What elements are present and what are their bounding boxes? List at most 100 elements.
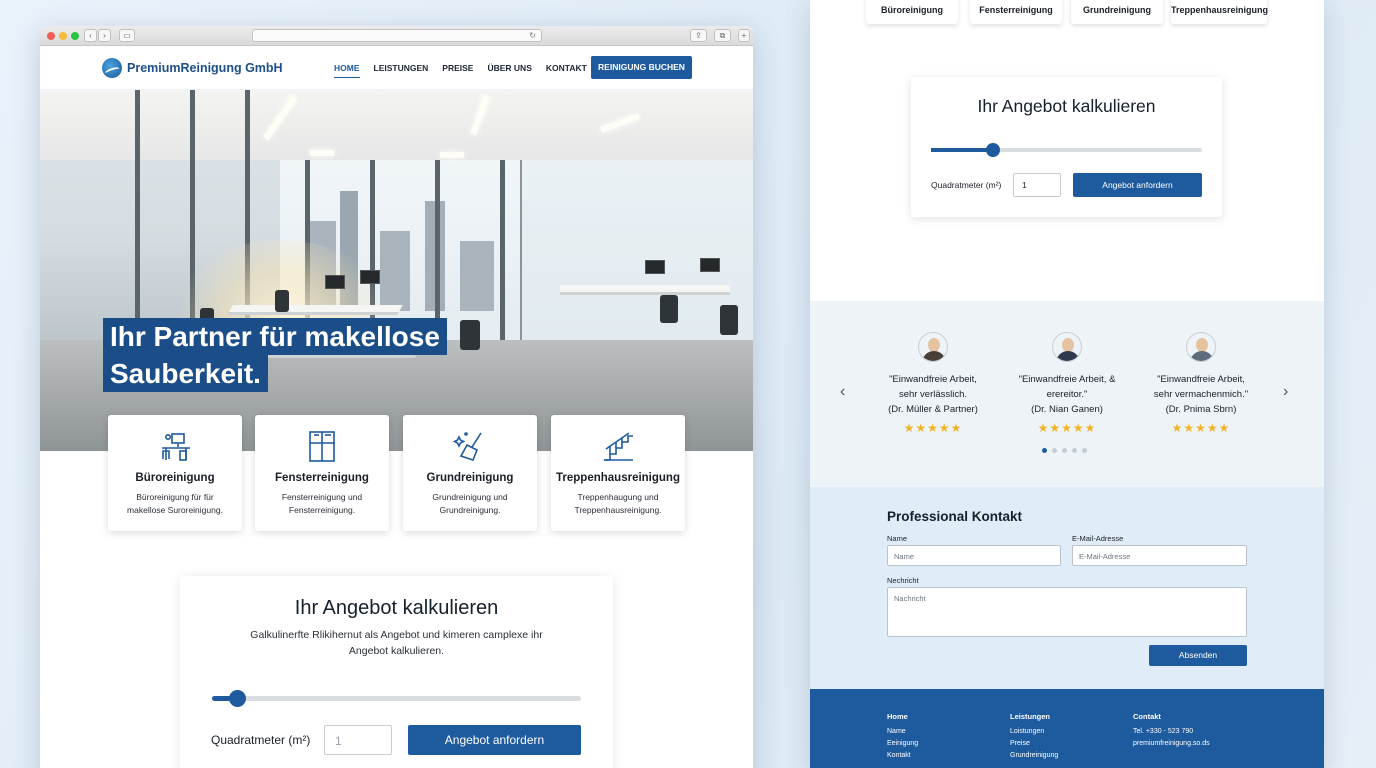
name-label: Name	[887, 534, 908, 543]
carousel-dot[interactable]	[1062, 448, 1067, 453]
calculator-title: Ihr Angebot kalkulieren	[294, 597, 499, 619]
site-logo[interactable]: PremiumReinigung GmbH	[102, 58, 283, 78]
name-input[interactable]: Name	[887, 545, 1061, 566]
carousel-next-icon[interactable]: ›	[1283, 383, 1288, 401]
message-textarea[interactable]: Nachricht	[887, 587, 1247, 637]
tabs-overview-icon[interactable]: ⧉	[714, 29, 731, 42]
carousel-dot[interactable]	[1052, 448, 1057, 453]
testimonial-quote: "Einwandfreie Arbeit, sehr vermachenmich.…	[1153, 374, 1249, 415]
office-desk-icon	[162, 433, 190, 461]
service-description: Fensterreinigung und Fensterreinigung.	[281, 492, 363, 515]
qm-label: Quadratmeter (m²)	[211, 733, 311, 747]
back-icon[interactable]: ‹	[84, 29, 97, 42]
request-quote-button[interactable]: Angebot anfordern	[408, 725, 581, 755]
browser-window: ‹ › ▭ ↻ ⇪ ⧉ + PremiumReinigung GmbH HOME…	[40, 26, 753, 768]
service-description: Büroreinigung für für makellose Suroreini…	[127, 492, 223, 515]
testimonial-quote: "Einwandfreie Arbeit, sehr verlässlich. (D…	[888, 374, 978, 415]
address-bar[interactable]: ↻	[252, 29, 542, 42]
message-label: Nechricht	[887, 576, 919, 585]
contact-title: Professional Kontakt	[887, 509, 1023, 524]
avatar	[1052, 332, 1082, 362]
tab-bueroreinigung[interactable]: Büroreinigung	[866, 0, 958, 24]
area-slider[interactable]	[931, 143, 1202, 157]
nav-item-ueber-uns[interactable]: ÜBER UNS	[487, 63, 531, 78]
calculator-subtitle: Galkulinerfte Rlikihernut als Angebot un…	[250, 629, 543, 657]
forward-icon[interactable]: ›	[98, 29, 111, 42]
qm-input[interactable]: 1	[324, 725, 392, 755]
nav-item-leistungen[interactable]: LEISTUNGEN	[374, 63, 429, 78]
footer-column-contact: Contakt Tel. +330 - 523 790 premiumfrein…	[1133, 711, 1210, 750]
service-card-treppenhausreinigung[interactable]: Treppenhausreinigung Treppenhaugung und T…	[551, 415, 685, 531]
qm-label: Quadratmeter (m²)	[931, 180, 1002, 190]
tab-grundreinigung[interactable]: Grundreinigung	[1071, 0, 1163, 24]
nav-item-kontakt[interactable]: KONTAKT	[546, 63, 587, 78]
nav-item-preise[interactable]: PREISE	[442, 63, 473, 78]
service-card-grundreinigung[interactable]: Grundreinigung Grundreinigung und Grundre…	[403, 415, 537, 531]
broom-icon	[453, 432, 482, 461]
logo-mark-icon	[102, 58, 122, 78]
site-navbar: PremiumReinigung GmbH HOME LEISTUNGEN PR…	[40, 46, 753, 90]
hero-office-image: Ihr Partner für makellose Sauberkeit.	[40, 90, 753, 451]
send-button[interactable]: Absenden	[1149, 645, 1247, 666]
service-tabs: Büroreinigung Fensterreinigung Grundrein…	[810, 0, 1324, 30]
testimonial-quote: "Einwandfreie Arbeit, & erereitor." (Dr. N…	[1018, 374, 1116, 415]
service-card-fensterreinigung[interactable]: Fensterreinigung Fensterreinigung und Fen…	[255, 415, 389, 531]
area-slider-thumb[interactable]	[986, 143, 1001, 157]
price-calculator-compact: Ihr Angebot kalkulieren Quadratmeter (m²…	[911, 77, 1222, 217]
maximize-window-button[interactable]	[71, 32, 79, 40]
footer-email[interactable]: premiumfreinigung.so.ds	[1133, 738, 1210, 750]
contact-section: Professional Kontakt Name Name E-Mail-Ad…	[810, 487, 1324, 689]
minimize-window-button[interactable]	[59, 32, 67, 40]
area-slider-fill	[931, 148, 994, 152]
service-title: Büroreinigung	[135, 472, 215, 484]
footer-phone[interactable]: Tel. +330 - 523 790	[1133, 726, 1210, 738]
carousel-prev-icon[interactable]: ‹	[840, 383, 845, 401]
request-quote-button[interactable]: Angebot anfordern	[1073, 173, 1202, 197]
rating-stars-icon: ★★★★★	[903, 421, 963, 435]
footer-column-home: Home Name Eeinigung Kontakt	[887, 711, 918, 762]
footer-link[interactable]: Name	[887, 726, 918, 738]
hero-headline-line-2: Sauberkeit.	[103, 355, 268, 392]
carousel-dot[interactable]	[1042, 448, 1047, 453]
calculator-title: Ihr Angebot kalkulieren	[977, 96, 1156, 116]
footer-link[interactable]: Grundreinigung	[1010, 750, 1058, 762]
avatar	[1186, 332, 1216, 362]
testimonial-card: "Einwandfreie Arbeit, sehr vermachenmich.…	[1137, 332, 1265, 435]
carousel-dot[interactable]	[1072, 448, 1077, 453]
nav-item-home[interactable]: HOME	[334, 63, 360, 78]
footer-link[interactable]: Kontakt	[887, 750, 918, 762]
price-calculator: Ihr Angebot kalkulieren Galkulinerfte Rl…	[180, 576, 613, 768]
rating-stars-icon: ★★★★★	[1171, 421, 1231, 435]
book-cleaning-button[interactable]: REINIGUNG BUCHEN	[591, 56, 692, 79]
footer-link[interactable]: Eeinigung	[887, 738, 918, 750]
reload-icon[interactable]: ↻	[529, 31, 536, 40]
sidebar-toggle-icon[interactable]: ▭	[119, 29, 135, 42]
service-description: Treppenhaugung und Treppenhausreinigung.	[574, 492, 662, 515]
new-tab-icon[interactable]: +	[738, 29, 750, 42]
service-card-bueroreinigung[interactable]: Büroreinigung Büroreinigung für für makel…	[108, 415, 242, 531]
window-icon	[309, 431, 335, 462]
share-icon[interactable]: ⇪	[690, 29, 707, 42]
testimonial-card: "Einwandfreie Arbeit, & erereitor." (Dr. N…	[1003, 332, 1131, 435]
avatar	[918, 332, 948, 362]
footer-column-leistungen: Leistungen Loistungen Preise Grundreinig…	[1010, 711, 1058, 762]
area-slider-thumb[interactable]	[229, 690, 247, 707]
email-input[interactable]: E-Mail-Adresse	[1072, 545, 1247, 566]
browser-toolbar: ‹ › ▭ ↻ ⇪ ⧉ +	[40, 26, 753, 46]
footer-link[interactable]: Preise	[1010, 738, 1058, 750]
area-slider[interactable]	[212, 690, 581, 707]
site-footer: Home Name Eeinigung Kontakt Leistungen L…	[810, 689, 1324, 768]
service-title: Grundreinigung	[426, 472, 514, 484]
carousel-dots	[1042, 448, 1087, 453]
close-window-button[interactable]	[47, 32, 55, 40]
qm-input[interactable]: 1	[1013, 173, 1061, 197]
page-preview-right: Büroreinigung Fensterreinigung Grundrein…	[810, 0, 1324, 768]
testimonial-card: "Einwandfreie Arbeit, sehr verlässlich. (D…	[869, 332, 997, 435]
footer-link[interactable]: Loistungen	[1010, 726, 1058, 738]
tab-treppenhausreinigung[interactable]: Treppenhausreinigung	[1171, 0, 1268, 24]
testimonials-carousel: ‹ › "Einwandfreie Arbeit, sehr verlässlic…	[810, 301, 1324, 487]
email-label: E-Mail-Adresse	[1072, 534, 1124, 543]
tab-fensterreinigung[interactable]: Fensterreinigung	[970, 0, 1062, 24]
carousel-dot[interactable]	[1082, 448, 1087, 453]
main-nav: HOME LEISTUNGEN PREISE ÜBER UNS KONTAKT	[334, 63, 587, 78]
